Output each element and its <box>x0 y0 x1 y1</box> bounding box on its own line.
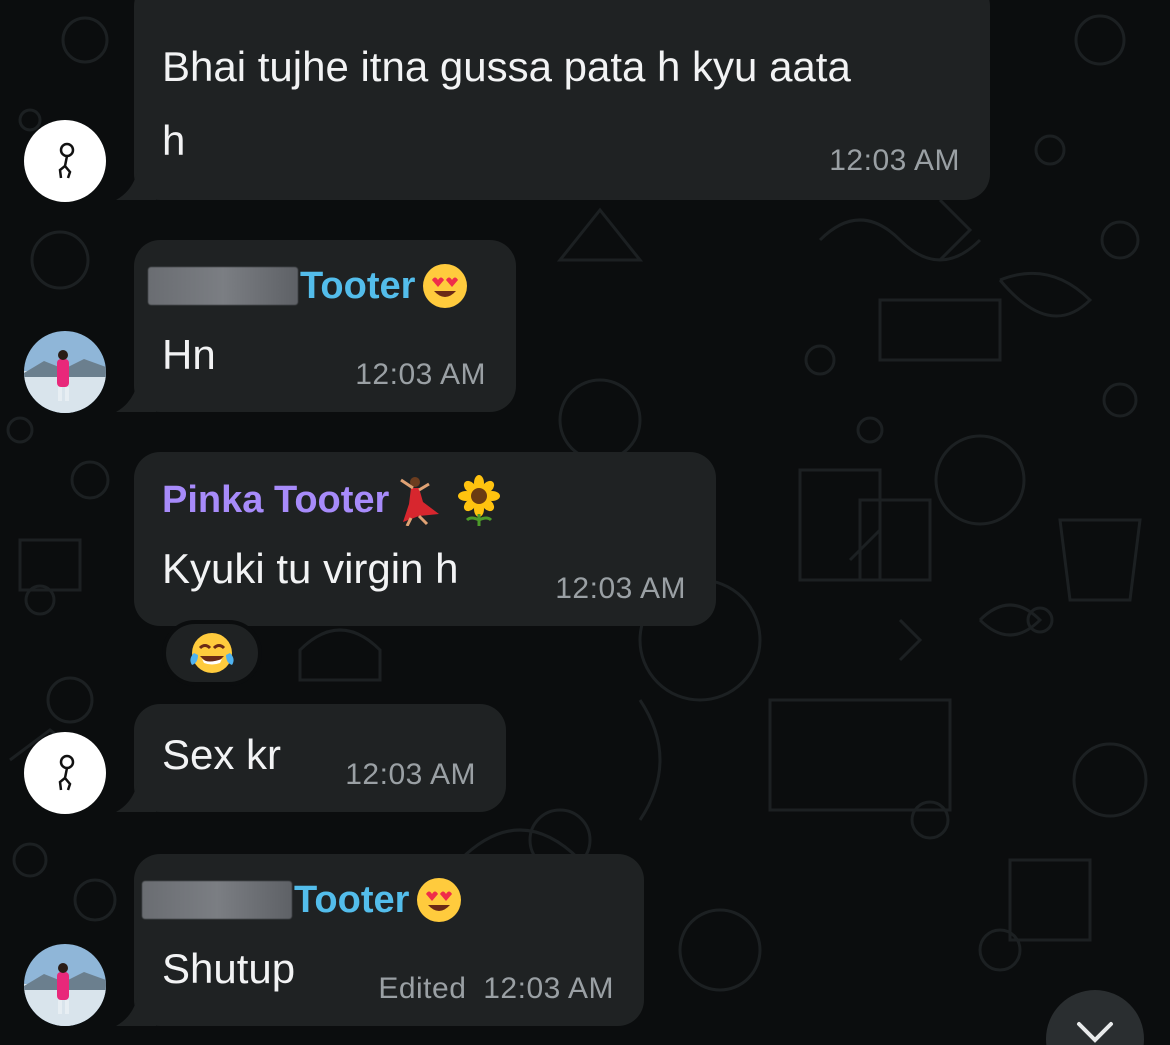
tears-of-joy-emoji-icon <box>190 633 234 673</box>
chat-view[interactable]: Bhai tujhe itna gussa pata h kyu aata h … <box>0 0 1170 1045</box>
stick-figure-avatar-icon <box>58 754 75 791</box>
bubble-tail <box>116 380 156 412</box>
stick-figure-avatar-icon <box>58 142 75 179</box>
message-bubble[interactable]: Bhai tujhe itna gussa pata h kyu aata h … <box>116 0 990 200</box>
message-text-continued: h <box>162 117 186 164</box>
chevron-down-icon <box>1077 1022 1113 1043</box>
redacted-name-blur <box>148 267 298 305</box>
message-timestamp: 12:03 AM <box>355 358 486 391</box>
avatar[interactable] <box>24 732 106 814</box>
sender-name-text: Pinka Tooter <box>162 478 390 521</box>
message-text: Hn <box>162 331 216 378</box>
message-timestamp: 12:03 AM <box>345 758 476 791</box>
message-bubble[interactable]: Pinka Tooter Kyuki tu virgin h 12:03 AM <box>134 452 716 626</box>
reaction-badge[interactable] <box>162 620 262 686</box>
profile-photo <box>24 331 106 413</box>
redacted-name-blur <box>142 881 292 919</box>
message-bubble[interactable]: Tooter Shutup Edited 12:03 AM <box>116 854 644 1026</box>
edited-label: Edited <box>378 972 467 1005</box>
sender-name[interactable]: Tooter <box>148 262 469 310</box>
avatar[interactable] <box>24 331 106 413</box>
bubble-tail <box>116 168 156 200</box>
avatar[interactable] <box>24 120 106 202</box>
sunflower-emoji-icon <box>458 475 501 526</box>
message-text: Shutup <box>162 945 296 992</box>
message-timestamp: 12:03 AM <box>829 144 960 177</box>
message-text: Sex kr <box>162 731 282 778</box>
message-bubble[interactable]: Tooter Hn 12:03 AM <box>116 240 516 412</box>
avatar[interactable] <box>24 944 106 1026</box>
dancer-emoji-icon <box>400 477 440 526</box>
message-bubble[interactable]: Sex kr 12:03 AM <box>116 704 506 812</box>
sender-name[interactable]: Pinka Tooter <box>162 474 505 526</box>
profile-photo <box>24 944 106 1026</box>
heart-eyes-emoji-icon <box>417 878 462 922</box>
bubble-tail <box>116 780 156 812</box>
heart-eyes-emoji-icon <box>423 264 468 308</box>
bubble-tail <box>116 994 156 1026</box>
sender-name-text: Tooter <box>300 264 416 307</box>
sender-name-text: Tooter <box>294 878 410 921</box>
message-text: Kyuki tu virgin h <box>162 545 459 592</box>
message-timestamp: 12:03 AM <box>555 572 686 605</box>
message-timestamp: Edited 12:03 AM <box>378 972 614 1006</box>
message-text: Bhai tujhe itna gussa pata h kyu aata <box>162 43 851 90</box>
sender-name[interactable]: Tooter <box>142 876 463 924</box>
time-value: 12:03 AM <box>483 972 614 1005</box>
